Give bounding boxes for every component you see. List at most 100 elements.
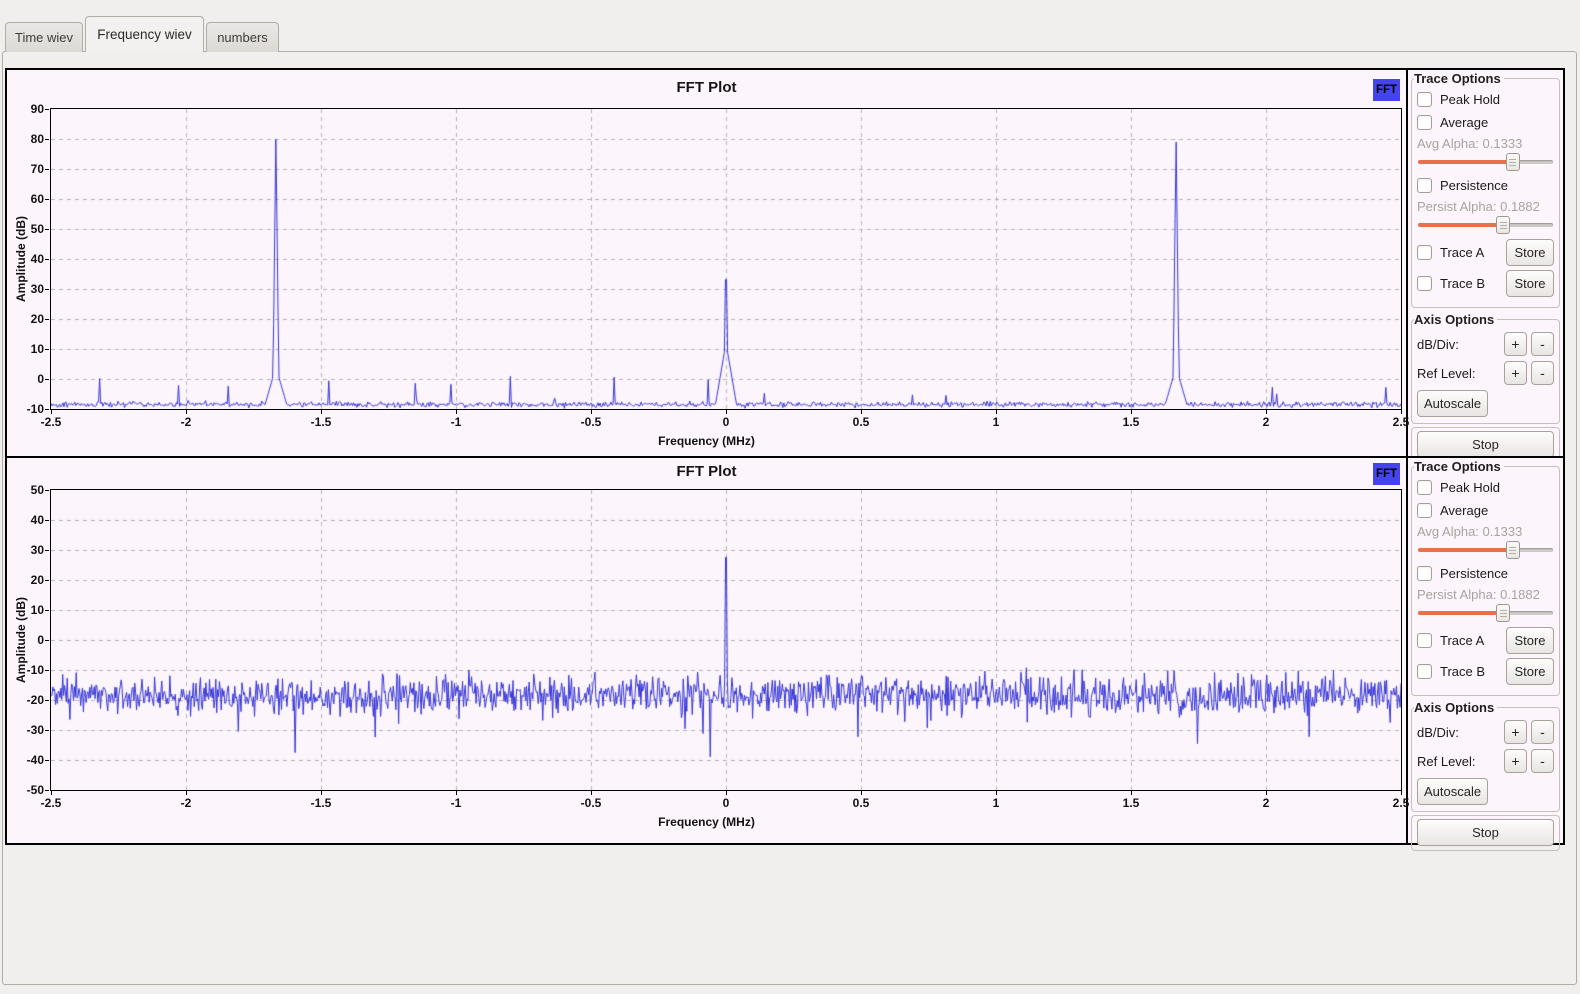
persistence-label: Persistence [1440,566,1508,581]
fft-plot-area-2: FFT Plot FFT Amplitude (dB) Frequency (M… [7,458,1408,843]
average-label: Average [1440,503,1488,518]
store-trace-a-button[interactable]: Store [1506,239,1554,266]
x-tick-mark [321,410,322,414]
y-tick-label: 40 [8,513,44,527]
db-div-label: dB/Div: [1417,337,1500,352]
trace-b-checkbox[interactable] [1417,664,1432,679]
ref-level-minus-button[interactable]: - [1531,749,1554,773]
y-tick-label: -20 [8,693,44,707]
y-tick-label: 20 [8,312,44,326]
axis-options-group: Axis Options dB/Div: + - Ref Level: + - … [1411,700,1560,812]
db-div-label: dB/Div: [1417,725,1500,740]
tab-frequency-view[interactable]: Frequency wiev [85,16,204,52]
db-div-plus-button[interactable]: + [1504,720,1527,744]
avg-alpha-slider[interactable] [1418,153,1553,171]
x-tick-mark [321,791,322,795]
persist-alpha-label: Persist Alpha: 0.1882 [1417,587,1554,602]
fft-menu-badge[interactable]: FFT [1373,463,1400,485]
x-tick-label: -0.5 [569,415,613,429]
y-tick-mark [45,700,49,701]
y-tick-label: -40 [8,753,44,767]
x-tick-label: 2 [1244,415,1288,429]
persistence-checkbox[interactable] [1417,566,1432,581]
db-div-minus-button[interactable]: - [1531,720,1554,744]
autoscale-button[interactable]: Autoscale [1417,390,1488,417]
x-tick-mark [726,410,727,414]
trace-a-checkbox[interactable] [1417,633,1432,648]
x-tick-label: 1.5 [1109,796,1153,810]
trace-options-group: Trace Options Peak Hold Average Avg Alph… [1411,459,1560,696]
y-tick-mark [45,229,49,230]
x-tick-mark [51,410,52,414]
ref-level-plus-button[interactable]: + [1504,749,1527,773]
persist-alpha-slider[interactable] [1418,604,1553,622]
y-tick-label: -30 [8,723,44,737]
avg-alpha-slider-handle[interactable] [1506,153,1520,171]
x-tick-label: 1.5 [1109,415,1153,429]
y-tick-label: -50 [8,783,44,797]
x-tick-label: -2.5 [29,415,73,429]
fft-plot-canvas-1[interactable] [51,109,1401,409]
x-tick-label: -0.5 [569,796,613,810]
y-tick-mark [45,379,49,380]
persist-alpha-slider-handle[interactable] [1496,604,1510,622]
x-tick-label: 0.5 [839,415,883,429]
trace-a-checkbox[interactable] [1417,245,1432,260]
avg-alpha-slider[interactable] [1418,541,1553,559]
average-row: Average [1417,501,1554,520]
y-tick-mark [45,409,49,410]
x-tick-label: -2 [164,796,208,810]
stop-button[interactable]: Stop [1417,431,1554,458]
peak-hold-row: Peak Hold [1417,478,1554,497]
persistence-row: Persistence [1417,564,1554,583]
x-tick-mark [726,791,727,795]
tab-numbers[interactable]: numbers [206,22,279,52]
store-trace-a-button[interactable]: Store [1506,627,1554,654]
y-tick-label: 50 [8,483,44,497]
average-checkbox[interactable] [1417,115,1432,130]
y-tick-mark [45,349,49,350]
trace-b-checkbox[interactable] [1417,276,1432,291]
ref-level-plus-button[interactable]: + [1504,361,1527,385]
x-tick-label: 0.5 [839,796,883,810]
x-tick-mark [1401,410,1402,414]
db-div-minus-button[interactable]: - [1531,332,1554,356]
persist-alpha-slider[interactable] [1418,216,1553,234]
peak-hold-checkbox[interactable] [1417,480,1432,495]
x-tick-mark [861,410,862,414]
x-tick-mark [51,791,52,795]
average-row: Average [1417,113,1554,132]
y-tick-mark [45,610,49,611]
y-tick-mark [45,790,49,791]
y-tick-mark [45,319,49,320]
x-tick-mark [1266,410,1267,414]
peak-hold-checkbox[interactable] [1417,92,1432,107]
y-tick-mark [45,550,49,551]
persistence-checkbox[interactable] [1417,178,1432,193]
y-tick-mark [45,199,49,200]
x-tick-label: 2.5 [1379,415,1423,429]
ref-level-row: Ref Level: + - [1417,749,1554,773]
avg-alpha-label: Avg Alpha: 0.1333 [1417,136,1554,151]
autoscale-button[interactable]: Autoscale [1417,778,1488,805]
fft-plot-canvas-2[interactable] [51,490,1401,790]
y-tick-label: 0 [8,372,44,386]
persist-alpha-label: Persist Alpha: 0.1882 [1417,199,1554,214]
plot-canvas-frame [50,108,1402,410]
y-tick-mark [45,169,49,170]
plot-title: FFT Plot [7,79,1406,96]
avg-alpha-slider-handle[interactable] [1506,541,1520,559]
y-tick-label: 90 [8,102,44,116]
tab-time-view[interactable]: Time wiev [5,22,83,52]
db-div-plus-button[interactable]: + [1504,332,1527,356]
persist-alpha-slider-handle[interactable] [1496,216,1510,234]
x-tick-label: -1 [434,796,478,810]
fft-menu-badge[interactable]: FFT [1373,79,1400,101]
x-tick-label: -2.5 [29,796,73,810]
store-trace-b-button[interactable]: Store [1506,658,1554,685]
ref-level-minus-button[interactable]: - [1531,361,1554,385]
store-trace-b-button[interactable]: Store [1506,270,1554,297]
average-checkbox[interactable] [1417,503,1432,518]
x-tick-label: -2 [164,415,208,429]
stop-button[interactable]: Stop [1417,819,1554,846]
